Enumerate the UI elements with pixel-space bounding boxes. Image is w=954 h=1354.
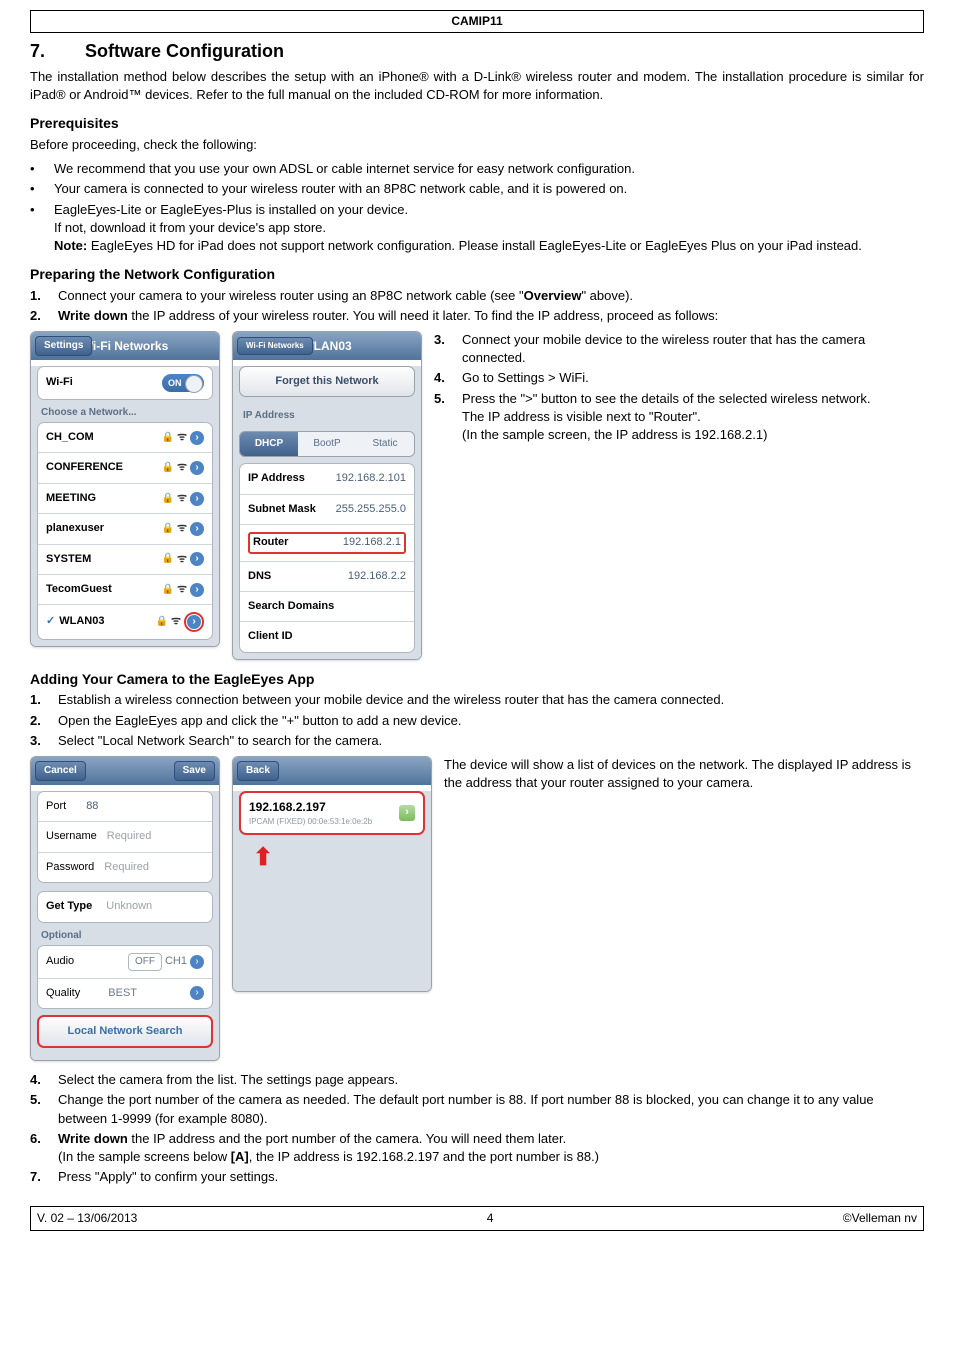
step-4: Go to Settings > WiFi. <box>462 369 924 387</box>
adding-side-text: The device will show a list of devices o… <box>444 756 924 792</box>
page-footer: V. 02 – 13/06/2013 4 ©Velleman nv <box>30 1206 924 1231</box>
net-chcom[interactable]: CH_COM🔒ᯤ› <box>38 423 212 453</box>
local-network-search-button[interactable]: Local Network Search <box>37 1015 213 1048</box>
prep-heading: Preparing the Network Configuration <box>30 265 924 285</box>
net-conference[interactable]: CONFERENCE🔒ᯤ› <box>38 453 212 483</box>
dns-value: 192.168.2.2 <box>348 569 406 584</box>
adding-step-1: Establish a wireless connection between … <box>58 691 924 709</box>
mask-value: 255.255.255.0 <box>336 502 406 517</box>
password-field[interactable]: Required <box>104 860 149 875</box>
step-num-2: 2. <box>30 307 58 325</box>
net-wlan03[interactable]: ✓WLAN03🔒ᯤ› <box>38 605 212 638</box>
net-meeting[interactable]: MEETING🔒ᯤ› <box>38 484 212 514</box>
seg-dhcp[interactable]: DHCP <box>240 432 298 456</box>
net-planexuser[interactable]: planexuser🔒ᯤ› <box>38 514 212 544</box>
password-label: Password <box>46 860 94 875</box>
net-tecomguest[interactable]: TecomGuest🔒ᯤ› <box>38 575 212 605</box>
gettype-value[interactable]: Unknown <box>106 899 152 914</box>
step-2: Write down the IP address of your wirele… <box>58 307 924 325</box>
adding-step-4: Select the camera from the list. The set… <box>58 1071 924 1089</box>
forget-network-button[interactable]: Forget this Network <box>239 366 415 397</box>
ip-mode-segment[interactable]: DHCP BootP Static <box>239 431 415 457</box>
up-arrow-icon: ⬆ <box>253 841 431 875</box>
dns-label: DNS <box>248 569 271 584</box>
back-button[interactable]: Back <box>237 761 279 781</box>
optional-label: Optional <box>31 923 219 945</box>
device-ip: 192.168.2.197 <box>249 799 372 816</box>
search-domains-label: Search Domains <box>248 599 334 614</box>
step-3: Connect your mobile device to the wirele… <box>462 331 924 367</box>
chevron-right-icon[interactable]: › <box>190 986 204 1000</box>
adding-step-2: Open the EagleEyes app and click the "+"… <box>58 712 924 730</box>
net-system[interactable]: SYSTEM🔒ᯤ› <box>38 545 212 575</box>
seg-bootp[interactable]: BootP <box>298 432 356 456</box>
router-label: Router <box>253 535 288 550</box>
device-form-panel: Cancel Save Port 88 Username Required Pass… <box>30 756 220 1061</box>
prereq-item-2: Your camera is connected to your wireles… <box>54 180 924 198</box>
save-button[interactable]: Save <box>174 761 215 781</box>
step-5: Press the ">" button to see the details … <box>462 390 924 445</box>
adding-step-5: Change the port number of the camera as … <box>58 1091 924 1127</box>
client-id-label: Client ID <box>248 629 293 644</box>
section-heading: 7. Software Configuration <box>30 39 924 64</box>
ip-label: IP Address <box>248 471 305 486</box>
adding-step-3: Select "Local Network Search" to search … <box>58 732 924 750</box>
nav-back-wifi[interactable]: Wi-Fi Networks <box>237 337 313 354</box>
section-number: 7. <box>30 39 80 64</box>
chevron-right-icon[interactable]: › <box>190 955 204 969</box>
seg-static[interactable]: Static <box>356 432 414 456</box>
router-value: 192.168.2.1 <box>343 535 401 550</box>
wifi-networks-panel: Settings Wi-Fi Networks Wi-Fi ON Choose … <box>30 331 220 647</box>
footer-right: ©Velleman nv <box>843 1210 917 1227</box>
quality-value: BEST <box>108 986 137 1001</box>
section-title: Software Configuration <box>85 41 284 61</box>
lock-icon: 🔒 <box>162 431 174 445</box>
wifi-icon: ᯤ <box>177 430 187 445</box>
ip-value: 192.168.2.101 <box>336 471 406 486</box>
wifi-label: Wi-Fi <box>46 375 73 390</box>
username-field[interactable]: Required <box>107 829 152 844</box>
username-label: Username <box>46 829 97 844</box>
choose-network-label: Choose a Network... <box>31 400 219 422</box>
prereq-heading: Prerequisites <box>30 114 924 134</box>
wifi-detail-panel: Wi-Fi Networks WLAN03 Forget this Networ… <box>232 331 422 660</box>
intro-paragraph: The installation method below describes … <box>30 68 924 104</box>
prereq-lead: Before proceeding, check the following: <box>30 136 924 154</box>
header-product: CAMIP11 <box>30 10 924 33</box>
cancel-button[interactable]: Cancel <box>35 761 86 781</box>
adding-step-7: Press "Apply" to confirm your settings. <box>58 1168 924 1186</box>
port-value[interactable]: 88 <box>86 799 98 814</box>
chevron-right-icon[interactable]: › <box>190 431 204 445</box>
chevron-right-icon[interactable]: › <box>399 805 415 821</box>
search-result-panel: Back 192.168.2.197 IPCAM (FIXED) 00:0e:5… <box>232 756 432 992</box>
check-icon: ✓ <box>46 615 55 627</box>
wifi-toggle[interactable]: ON <box>162 374 204 392</box>
prereq-item-3: EagleEyes-Lite or EagleEyes-Plus is inst… <box>54 201 924 256</box>
nav-back-settings[interactable]: Settings <box>35 336 92 356</box>
mask-label: Subnet Mask <box>248 502 316 517</box>
adding-heading: Adding Your Camera to the EagleEyes App <box>30 670 924 690</box>
device-list-item[interactable]: 192.168.2.197 IPCAM (FIXED) 00:0e:53:1e:… <box>239 791 425 835</box>
step-num-1: 1. <box>30 287 58 305</box>
footer-left: V. 02 – 13/06/2013 <box>37 1210 137 1227</box>
port-label: Port <box>46 799 66 814</box>
step-1: Connect your camera to your wireless rou… <box>58 287 924 305</box>
nav-title-wifi: Wi-Fi Networks <box>82 338 169 355</box>
adding-step-6: Write down the IP address and the port n… <box>58 1130 924 1166</box>
chevron-highlight-icon[interactable]: › <box>187 615 201 629</box>
audio-ch: CH1 <box>165 954 187 969</box>
audio-label: Audio <box>46 954 74 969</box>
footer-center: 4 <box>487 1210 494 1227</box>
audio-off[interactable]: OFF <box>128 953 162 971</box>
device-sub: IPCAM (FIXED) 00:0e:53:1e:0e:2b <box>249 816 372 827</box>
quality-label: Quality <box>46 986 80 1001</box>
ip-address-group-label: IP Address <box>233 403 421 425</box>
prereq-item-1: We recommend that you use your own ADSL … <box>54 160 924 178</box>
gettype-label: Get Type <box>46 899 92 914</box>
